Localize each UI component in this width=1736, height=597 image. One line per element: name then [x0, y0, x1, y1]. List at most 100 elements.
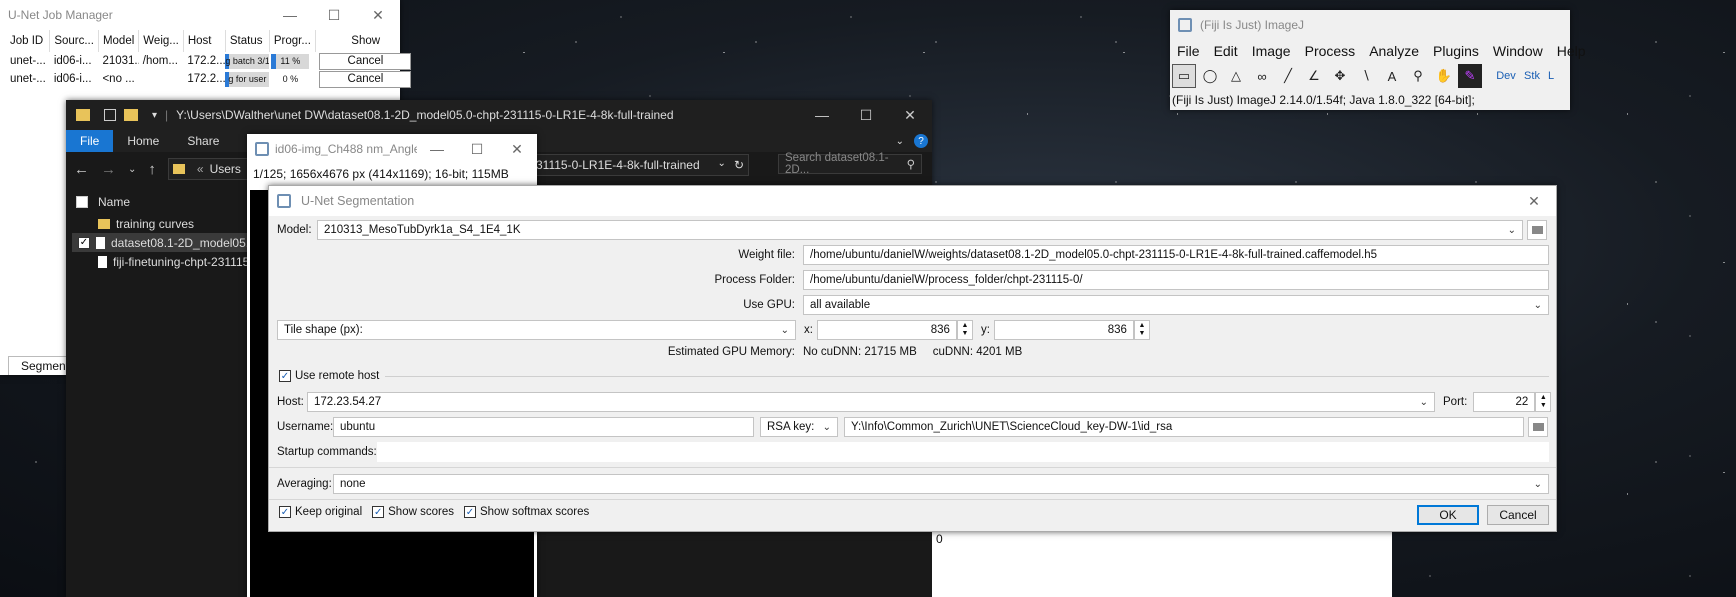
show-scores-checkbox[interactable]: ✓	[372, 506, 385, 518]
address-bar-tail[interactable]: 31115-0-LR1E-4-8k-full-trained ⌄ ↻	[536, 154, 749, 176]
close-icon[interactable]: ✕	[1512, 186, 1556, 216]
show-softmax-label[interactable]: Show softmax scores	[480, 506, 589, 518]
chevron-down-icon[interactable]: ⌄	[896, 136, 904, 147]
angle-icon[interactable]: ∠	[1302, 64, 1326, 88]
image-window-title: id06-img_Ch488 nm_Angle...	[275, 142, 417, 156]
rsa-key-select[interactable]: RSA key: ⌄	[760, 417, 838, 437]
imagej-title: (Fiji Is Just) ImageJ	[1200, 18, 1305, 32]
weight-file-field[interactable]: /home/ubuntu/danielW/weights/dataset08.1…	[803, 245, 1549, 265]
folder-open-icon[interactable]	[1528, 417, 1548, 437]
back-arrow-icon[interactable]: ←	[74, 161, 89, 178]
keep-original-checkbox[interactable]: ✓	[279, 506, 291, 518]
line-icon[interactable]: ╱	[1276, 64, 1300, 88]
search-input[interactable]: Search dataset08.1-2D... ⚲	[778, 152, 922, 176]
menu-plugins[interactable]: Plugins	[1426, 43, 1486, 59]
close-icon[interactable]: ✕	[888, 100, 932, 130]
up-arrow-icon[interactable]: ↑	[148, 161, 156, 178]
wand-icon[interactable]: ∖	[1354, 64, 1378, 88]
select-all-checkbox[interactable]	[76, 196, 88, 208]
menu-window[interactable]: Window	[1486, 43, 1550, 59]
tile-shape-select[interactable]: Tile shape (px): ⌄	[277, 320, 796, 340]
col-host[interactable]: Host	[183, 30, 226, 52]
close-icon[interactable]: ✕	[497, 134, 537, 164]
menu-edit[interactable]: Edit	[1207, 43, 1245, 59]
menu-analyze[interactable]: Analyze	[1362, 43, 1426, 59]
chevron-down-icon[interactable]: ⌄	[128, 164, 136, 175]
lut-tool-button[interactable]: L	[1546, 64, 1556, 88]
point-icon[interactable]: ✥	[1328, 64, 1352, 88]
tab-file[interactable]: File	[66, 130, 114, 152]
cancel-job-button[interactable]: Cancel	[319, 52, 412, 70]
use-remote-host-checkbox[interactable]: ✓	[279, 370, 291, 382]
polygon-icon[interactable]: △	[1224, 64, 1248, 88]
folder-icon	[98, 218, 110, 229]
col-model[interactable]: Model	[98, 30, 140, 52]
host-select[interactable]: 172.23.54.27 ⌄	[307, 392, 1435, 412]
menu-process[interactable]: Process	[1298, 43, 1363, 59]
tab-share[interactable]: Share	[173, 130, 233, 152]
col-source[interactable]: Sourc...	[49, 30, 99, 52]
tile-y-input[interactable]: 836	[993, 320, 1134, 340]
refresh-icon[interactable]: ↻	[734, 158, 744, 172]
item-checkbox[interactable]: ✓	[78, 236, 90, 249]
magnifier-icon[interactable]: ⚲	[1406, 64, 1430, 88]
maximize-icon[interactable]: ☐	[312, 0, 356, 30]
minimize-icon[interactable]: —	[268, 0, 312, 30]
close-icon[interactable]: ✕	[356, 0, 400, 30]
col-weights[interactable]: Weig...	[138, 30, 184, 52]
keep-original-label[interactable]: Keep original	[295, 506, 362, 518]
username-input[interactable]: ubuntu	[333, 417, 754, 437]
col-show[interactable]: Show	[315, 30, 415, 52]
breadcrumb-overflow[interactable]: «	[197, 162, 204, 176]
folder-open-icon[interactable]	[1527, 220, 1547, 240]
table-row[interactable]: unet-... id06-i... <no ... 172.2... g fo…	[6, 70, 415, 88]
stk-tool-button[interactable]: Stk	[1520, 64, 1544, 88]
freehand-icon[interactable]: ∞	[1250, 64, 1274, 88]
hand-icon[interactable]: ✋	[1432, 64, 1456, 88]
tile-y-spinner[interactable]: ▲ ▼	[1133, 320, 1150, 340]
table-row[interactable]: unet-... id06-i... 21031... /hom... 172.…	[6, 52, 415, 70]
oval-icon[interactable]: ◯	[1198, 64, 1222, 88]
tab-home[interactable]: Home	[113, 130, 173, 152]
file-icon	[98, 255, 107, 268]
maximize-icon[interactable]: ☐	[457, 134, 497, 164]
cancel-button[interactable]: Cancel	[1487, 505, 1549, 525]
chevron-down-icon[interactable]: ▾	[152, 110, 157, 121]
text-icon[interactable]: A	[1380, 64, 1404, 88]
averaging-select[interactable]: none ⌄	[333, 474, 1549, 494]
menu-help[interactable]: Help	[1550, 43, 1593, 59]
rsa-key-path-field[interactable]: Y:\Info\Common_Zurich\UNET\ScienceCloud_…	[844, 417, 1524, 437]
ok-button[interactable]: OK	[1417, 505, 1479, 525]
dev-tool-button[interactable]: Dev	[1494, 64, 1518, 88]
color-picker-icon[interactable]: ✎	[1458, 64, 1482, 88]
process-folder-field[interactable]: /home/ubuntu/danielW/process_folder/chpt…	[803, 270, 1549, 290]
menu-image[interactable]: Image	[1245, 43, 1298, 59]
show-scores-label[interactable]: Show scores	[388, 506, 454, 518]
help-icon[interactable]: ?	[914, 134, 928, 148]
use-remote-host-label[interactable]: Use remote host	[295, 370, 379, 382]
use-gpu-select[interactable]: all available ⌄	[803, 295, 1549, 315]
new-folder-icon[interactable]	[124, 109, 138, 121]
col-status[interactable]: Status	[225, 30, 270, 52]
search-placeholder: Search dataset08.1-2D...	[785, 152, 889, 176]
breadcrumb-users[interactable]: Users	[210, 162, 241, 176]
minimize-icon[interactable]: —	[417, 134, 457, 164]
minimize-icon[interactable]: —	[800, 100, 844, 130]
tile-x-spinner[interactable]: ▲ ▼	[956, 320, 973, 340]
port-spinner[interactable]: ▲ ▼	[1535, 392, 1552, 412]
col-progress[interactable]: Progr...	[269, 30, 316, 52]
tile-x-input[interactable]: 836	[816, 320, 957, 340]
rectangle-icon[interactable]: ▭	[1172, 64, 1196, 88]
startup-commands-input[interactable]	[377, 442, 1549, 462]
forward-arrow-icon[interactable]: →	[101, 161, 116, 178]
column-name[interactable]: Name	[98, 195, 130, 209]
chevron-down-icon[interactable]: ⌄	[718, 158, 726, 172]
cancel-job-button[interactable]: Cancel	[319, 70, 412, 88]
show-softmax-checkbox[interactable]: ✓	[463, 506, 476, 518]
port-input[interactable]: 22	[1473, 392, 1536, 412]
properties-icon[interactable]	[104, 109, 116, 121]
col-job-id[interactable]: Job ID	[6, 30, 51, 52]
menu-file[interactable]: File	[1170, 43, 1207, 59]
model-select[interactable]: 210313_MesoTubDyrk1a_S4_1E4_1K ⌄	[317, 220, 1523, 240]
maximize-icon[interactable]: ☐	[844, 100, 888, 130]
